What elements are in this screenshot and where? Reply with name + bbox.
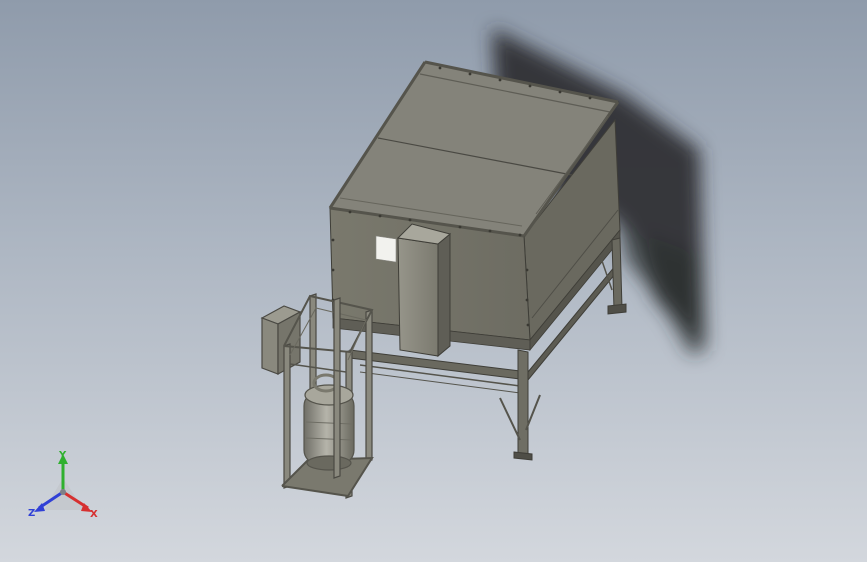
label-plate — [375, 235, 397, 263]
enclosure[interactable] — [328, 60, 621, 358]
gas-cylinder[interactable] — [303, 373, 355, 471]
cad-model-view[interactable] — [0, 0, 867, 562]
vertical-duct[interactable] — [396, 223, 452, 358]
control-box[interactable] — [260, 305, 302, 376]
y-axis-label: Y — [58, 450, 67, 461]
3d-viewport[interactable]: Y X Z — [0, 0, 867, 562]
z-axis-label: Z — [28, 508, 35, 519]
coordinate-triad: Y X Z — [28, 450, 98, 520]
x-axis-label: X — [90, 509, 98, 520]
